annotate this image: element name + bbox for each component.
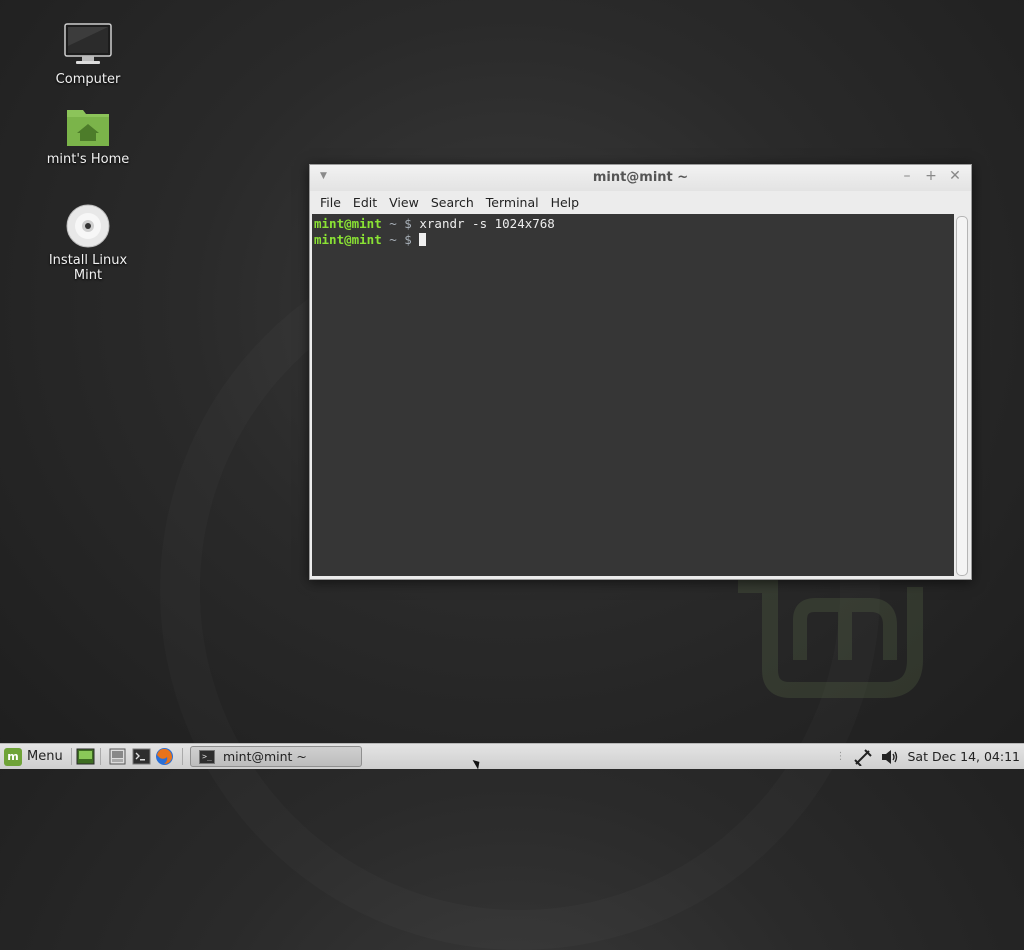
taskbar-item-label: mint@mint ~ <box>223 749 307 764</box>
desktop-icon-computer[interactable]: Computer <box>33 22 143 87</box>
mint-logo-icon: m <box>4 747 22 766</box>
panel-separator <box>71 748 72 765</box>
file-manager-icon[interactable] <box>108 747 127 766</box>
window-titlebar[interactable]: ▼ mint@mint ~ – + ✕ <box>310 165 971 191</box>
text-cursor <box>419 232 427 246</box>
menu-help[interactable]: Help <box>545 195 586 210</box>
terminal-window[interactable]: ▼ mint@mint ~ – + ✕ File Edit View Searc… <box>309 164 972 580</box>
menu-terminal[interactable]: Terminal <box>480 195 545 210</box>
clock[interactable]: Sat Dec 14, 04:11 <box>907 749 1020 764</box>
desktop-icon-label: Computer <box>55 72 121 87</box>
taskbar-item-terminal[interactable]: >_ mint@mint ~ <box>190 746 362 767</box>
system-tray: ⋮ Sat Dec 14, 04:11 <box>835 746 1020 767</box>
network-icon[interactable] <box>853 748 873 766</box>
terminal-line: mint@mint ~ $ <box>314 232 954 248</box>
desktop-icon-label: Install Linux Mint <box>48 253 128 283</box>
volume-icon[interactable] <box>881 749 899 765</box>
terminal-icon[interactable] <box>132 747 151 766</box>
menu-file[interactable]: File <box>314 195 347 210</box>
terminal-menubar: File Edit View Search Terminal Help <box>310 191 971 213</box>
prompt-user: mint@mint <box>314 231 382 247</box>
minimize-icon[interactable]: – <box>901 168 913 184</box>
prompt-user: mint@mint <box>314 216 382 231</box>
terminal-line: mint@mint ~ $ xrandr -s 1024x768 <box>314 216 954 232</box>
menu-button[interactable]: m Menu <box>4 746 63 767</box>
terminal-scrollbar[interactable] <box>956 216 968 576</box>
firefox-icon[interactable] <box>155 747 174 766</box>
home-folder-icon <box>67 110 109 146</box>
tray-handle-icon: ⋮ <box>835 751 846 762</box>
wallpaper-mint-logo <box>738 577 923 698</box>
panel-separator <box>182 748 183 765</box>
menu-label: Menu <box>27 749 63 764</box>
terminal-command: xrandr -s 1024x768 <box>419 216 555 231</box>
terminal-output[interactable]: mint@mint ~ $ xrandr -s 1024x768 mint@mi… <box>312 214 954 576</box>
bottom-panel: m Menu >_ mint@mint ~ ⋮ Sat Dec 14, 04:1… <box>0 743 1024 769</box>
desktop-icon-label: mint's Home <box>46 152 130 167</box>
desktop-icon-home[interactable]: mint's Home <box>33 106 143 167</box>
desktop-icon-install[interactable]: Install Linux Mint <box>33 203 143 283</box>
menu-search[interactable]: Search <box>425 195 480 210</box>
computer-icon <box>64 23 112 64</box>
menu-view[interactable]: View <box>383 195 425 210</box>
install-disc-icon <box>66 204 110 248</box>
prompt-symbol: ~ $ <box>381 231 420 247</box>
menu-edit[interactable]: Edit <box>347 195 383 210</box>
prompt-symbol: ~ $ <box>381 216 420 231</box>
window-title: mint@mint ~ <box>592 170 689 185</box>
terminal-icon: >_ <box>199 749 215 764</box>
panel-separator <box>100 748 101 765</box>
show-desktop-icon[interactable] <box>76 747 95 766</box>
maximize-icon[interactable]: + <box>925 168 937 184</box>
close-icon[interactable]: ✕ <box>949 168 961 184</box>
